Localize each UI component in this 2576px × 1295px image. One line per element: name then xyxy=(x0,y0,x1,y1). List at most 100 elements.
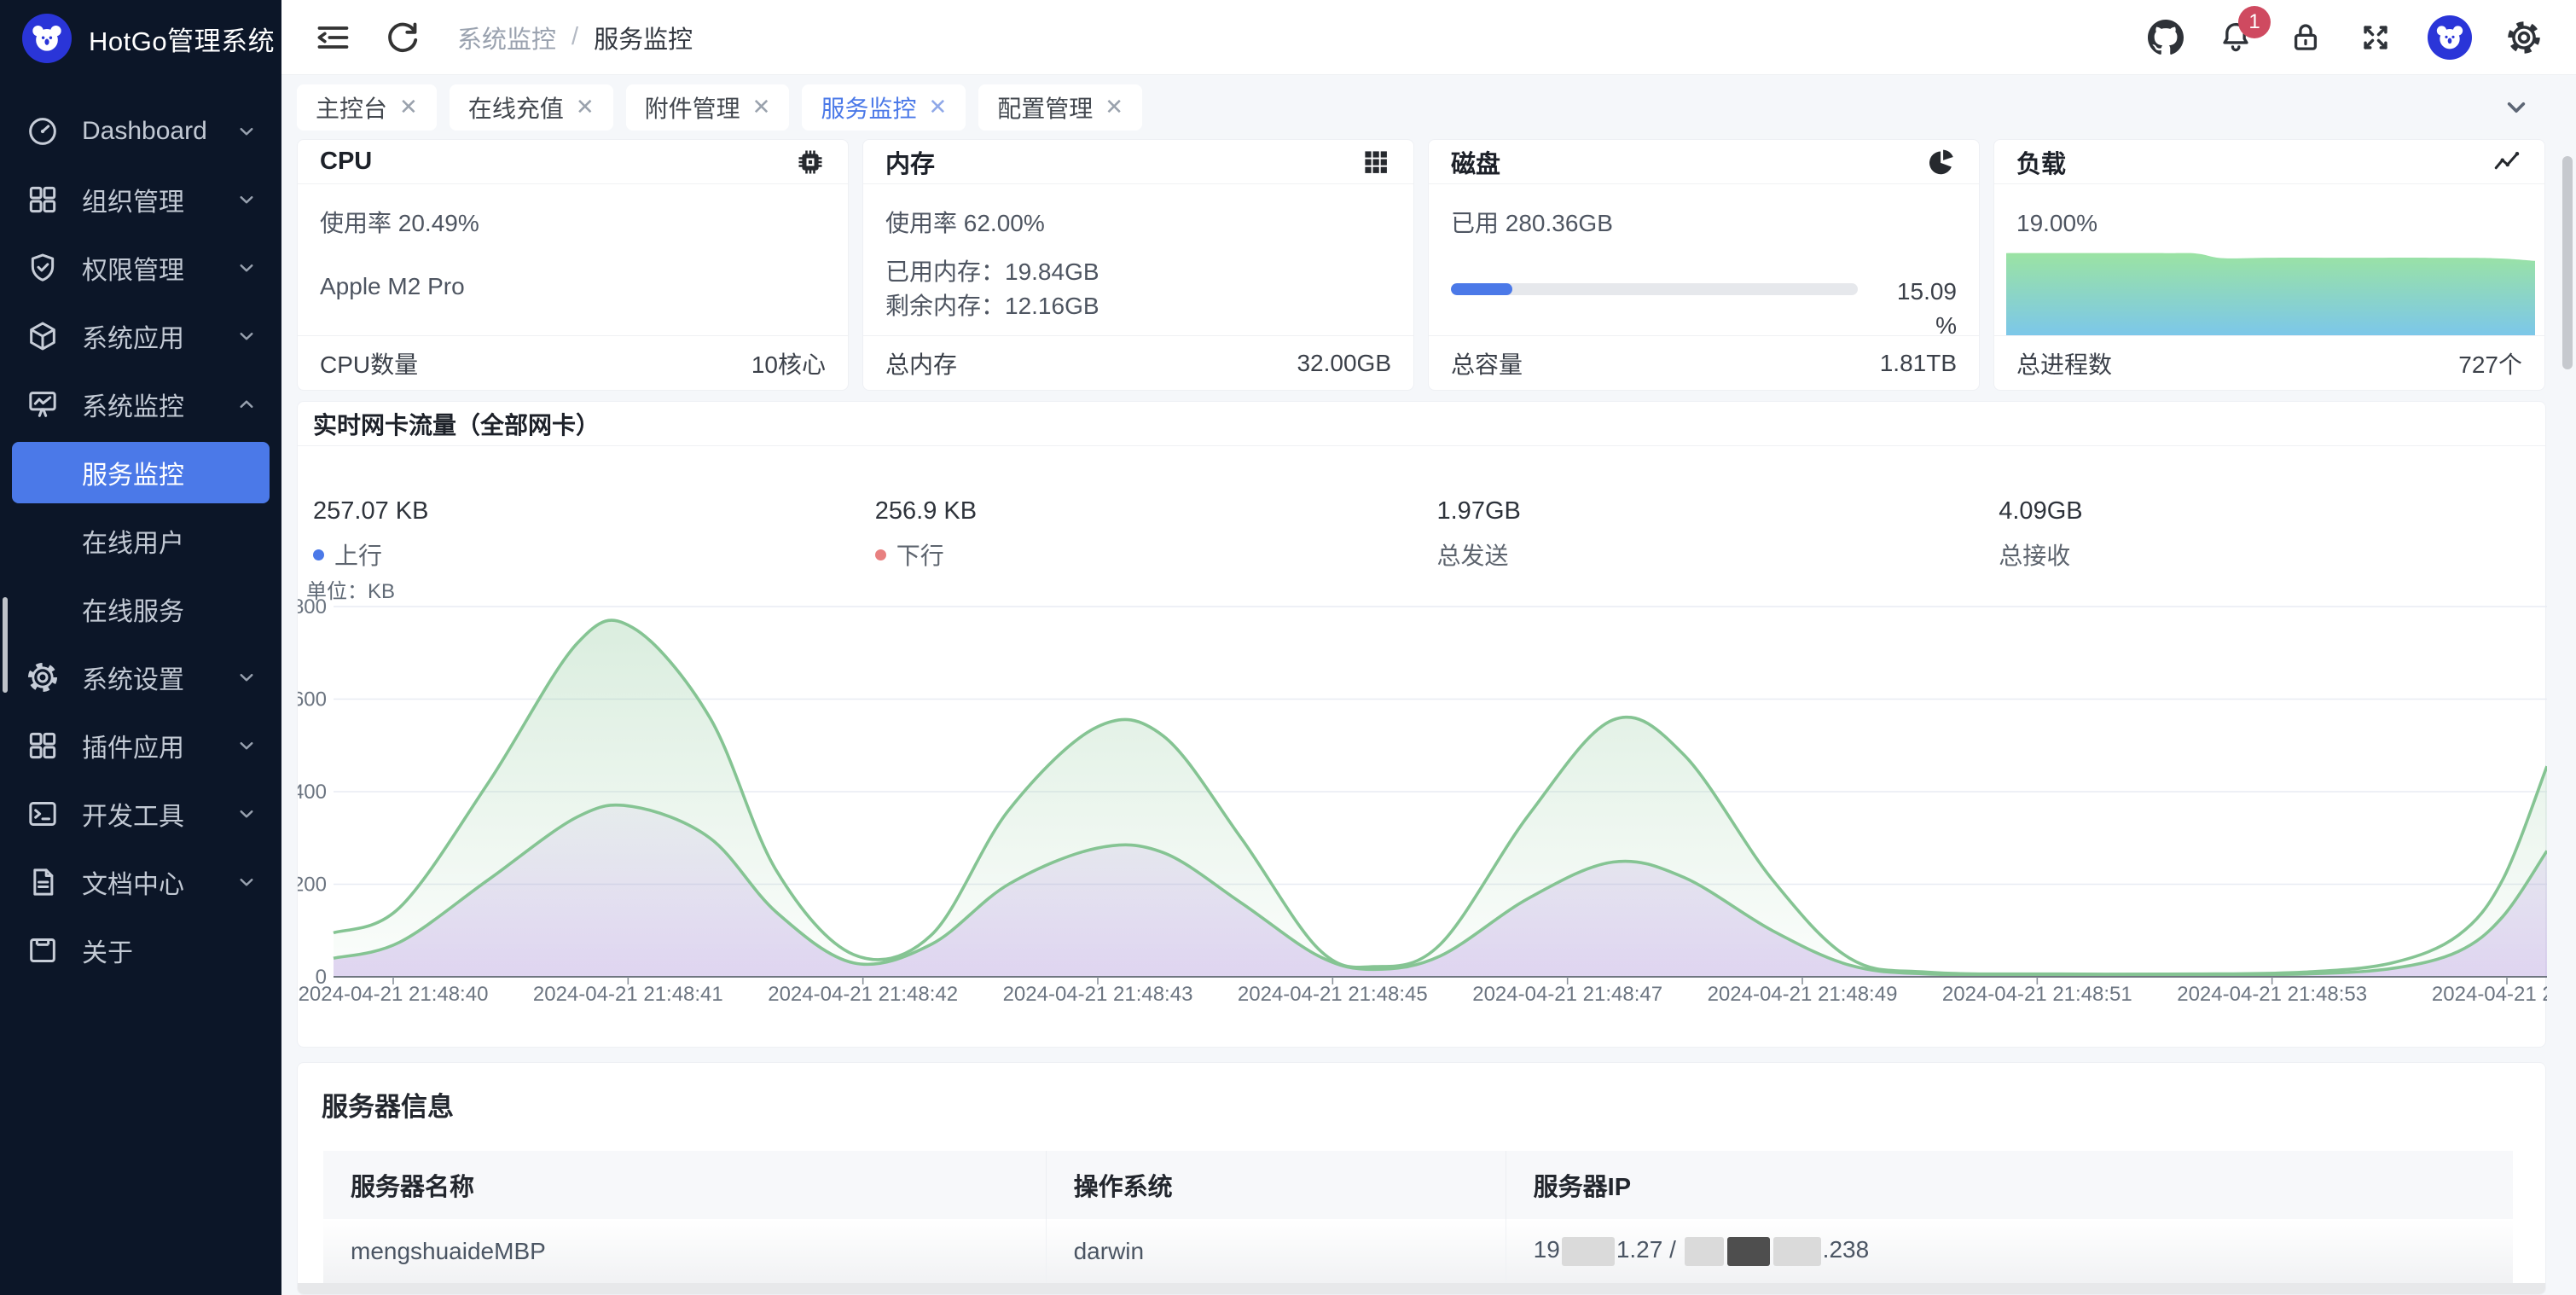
disk-progress-fill xyxy=(1451,283,1512,295)
tab-service-monitor[interactable]: 服务监控 ✕ xyxy=(802,84,966,131)
settings-gear-icon[interactable] xyxy=(2506,20,2542,55)
load-value-text: 19.00% xyxy=(2016,208,2522,239)
load-card-body: 19.00% xyxy=(1994,184,2544,239)
tabs-dropdown-chevron-icon[interactable] xyxy=(2499,90,2533,125)
server-os-cell: darwin xyxy=(1046,1219,1506,1283)
traffic-area-chart: 单位：KB02004006008002024-04-21 21:48:40202… xyxy=(298,579,2547,1016)
tab-console[interactable]: 主控台✕ xyxy=(297,84,437,131)
sidebar-item-about[interactable]: 关于 xyxy=(0,916,281,984)
fullscreen-icon[interactable] xyxy=(2358,20,2393,55)
tab-label: 服务监控 xyxy=(821,90,916,125)
memory-used-text: 已用内存：19.84GB xyxy=(885,257,1391,287)
tab-close-icon[interactable]: ✕ xyxy=(1105,94,1123,120)
app-logo-icon xyxy=(22,14,72,63)
breadcrumb-parent[interactable]: 系统监控 xyxy=(457,20,556,55)
tab-recharge[interactable]: 在线充值✕ xyxy=(450,84,613,131)
memory-card-body: 使用率 62.00% 已用内存：19.84GB 剩余内存：12.16GB xyxy=(863,184,1413,322)
traffic-stat-总发送: 1.97GB总发送 xyxy=(1422,497,1984,572)
sidebar-item-monitor[interactable]: 系统监控 xyxy=(0,370,281,438)
sidebar-subitem-online-users[interactable]: 在线用户 xyxy=(0,507,281,575)
load-card: 负载 19.00% 总进程数 727个 xyxy=(1993,139,2545,391)
cpu-usage-text: 使用率 20.49% xyxy=(320,208,826,239)
lock-screen-icon[interactable] xyxy=(2288,20,2324,55)
sidebar-item-label: 系统应用 xyxy=(82,317,234,355)
svg-text:600: 600 xyxy=(298,688,327,711)
sidebar-subitem-service-monitor[interactable]: 服务监控 xyxy=(12,442,270,503)
notifications-bell-icon[interactable]: 1 xyxy=(2218,20,2254,55)
breadcrumb-separator: / xyxy=(571,23,578,51)
server-ip-cell: 191.27 / .238 xyxy=(1506,1219,2513,1283)
traffic-stat-下行: 256.9 KB下行 xyxy=(860,497,1422,572)
sidebar-item-settings[interactable]: 系统设置 xyxy=(0,643,281,711)
memory-total-value: 32.00GB xyxy=(1297,350,1391,377)
sidebar-item-org[interactable]: 组织管理 xyxy=(0,166,281,234)
refresh-icon[interactable] xyxy=(384,19,421,56)
table-column-header: 服务器名称 xyxy=(323,1151,1046,1219)
memory-total-label: 总内存 xyxy=(885,346,957,380)
sidebar-item-label: 组织管理 xyxy=(82,181,234,218)
sidebar-item-docs[interactable]: 文档中心 xyxy=(0,848,281,916)
cpu-card-footer: CPU数量 10核心 xyxy=(298,335,848,390)
svg-text:2024-04-21 21:48:45: 2024-04-21 21:48:45 xyxy=(1238,983,1428,1006)
tab-config[interactable]: 配置管理 ✕ xyxy=(978,84,1142,131)
traffic-stat-value: 1.97GB xyxy=(1437,497,1984,526)
ip-redaction-block xyxy=(1562,1237,1615,1266)
table-row: mengshuaideMBPdarwin191.27 / .238 xyxy=(323,1219,2513,1283)
svg-text:2024-04-21 21:48:53: 2024-04-21 21:48:53 xyxy=(2177,983,2367,1006)
github-icon[interactable] xyxy=(2148,20,2184,55)
memory-card-title: 内存 xyxy=(885,144,935,180)
disk-card-header: 磁盘 xyxy=(1429,140,1979,184)
tab-close-icon[interactable]: ✕ xyxy=(752,94,771,120)
monitor-icon xyxy=(26,387,60,421)
traffic-card: 实时网卡流量（全部网卡） 257.07 KB上行256.9 KB下行1.97GB… xyxy=(297,401,2546,1048)
tab-close-icon[interactable]: ✕ xyxy=(928,94,947,120)
app-logo-row[interactable]: HotGo管理系统 xyxy=(0,0,281,77)
tab-close-icon[interactable]: ✕ xyxy=(399,94,418,120)
gauge-icon xyxy=(26,114,60,148)
memory-free-text: 剩余内存：12.16GB xyxy=(885,291,1391,322)
sidebar-item-plugins[interactable]: 插件应用 xyxy=(0,711,281,780)
cpu-card-body: 使用率 20.49% Apple M2 Pro xyxy=(298,184,848,302)
top-header: 系统监控 / 服务监控 1 xyxy=(281,0,2576,75)
traffic-stat-上行: 257.07 KB上行 xyxy=(298,497,860,572)
ip-fragment: 19 xyxy=(1534,1236,1560,1263)
traffic-stats-row: 257.07 KB上行256.9 KB下行1.97GB总发送4.09GB总接收 xyxy=(298,497,2545,572)
ip-fragment: .238 xyxy=(1823,1236,1870,1263)
apps-icon xyxy=(26,729,60,763)
traffic-stat-value: 4.09GB xyxy=(1999,497,2545,526)
cpu-count-label: CPU数量 xyxy=(320,346,418,380)
cpu-count-value: 10核心 xyxy=(751,346,826,380)
svg-text:2024-04-21 21:48:41: 2024-04-21 21:48:41 xyxy=(533,983,723,1006)
disk-total-value: 1.81TB xyxy=(1880,350,1957,377)
breadcrumb-current[interactable]: 服务监控 xyxy=(594,20,693,55)
sidebar-scrollbar-thumb[interactable] xyxy=(3,597,8,693)
page-scrollbar-thumb[interactable] xyxy=(2562,156,2573,369)
sidebar-item-label: 权限管理 xyxy=(82,249,234,287)
traffic-card-title: 实时网卡流量（全部网卡） xyxy=(313,407,600,441)
user-avatar[interactable] xyxy=(2428,15,2472,60)
sidebar-item-dashboard[interactable]: Dashboard xyxy=(0,97,281,166)
memory-card: 内存 使用率 62.00% 已用内存：19.84GB 剩余内存：12.16GB … xyxy=(862,139,1414,391)
disk-card-title: 磁盘 xyxy=(1451,144,1500,180)
tab-attachments[interactable]: 附件管理✕ xyxy=(626,84,790,131)
tab-close-icon[interactable]: ✕ xyxy=(576,94,595,120)
table-column-header: 操作系统 xyxy=(1046,1151,1506,1219)
sidebar-item-perm[interactable]: 权限管理 xyxy=(0,234,281,302)
server-table-header-row: 服务器名称操作系统服务器IP xyxy=(323,1151,2513,1219)
svg-text:800: 800 xyxy=(298,595,327,618)
chevron-down-icon xyxy=(234,255,259,281)
sidebar-item-sysapp[interactable]: 系统应用 xyxy=(0,302,281,370)
process-count-label: 总进程数 xyxy=(2016,346,2112,380)
sidebar-subitem-online-services[interactable]: 在线服务 xyxy=(0,575,281,643)
memory-grid-icon xyxy=(1361,147,1391,177)
disk-total-label: 总容量 xyxy=(1451,346,1523,380)
table-column-header: 服务器IP xyxy=(1506,1151,2513,1219)
traffic-stat-总接收: 4.09GB总接收 xyxy=(1983,497,2545,572)
load-sparkline-chart xyxy=(2006,244,2535,335)
sidebar-item-label: 开发工具 xyxy=(82,795,234,833)
document-icon xyxy=(26,865,60,899)
sidebar-item-devtools[interactable]: 开发工具 xyxy=(0,780,281,848)
cpu-chip-icon xyxy=(795,147,826,177)
collapse-sidebar-icon[interactable] xyxy=(314,19,351,56)
tab-label: 配置管理 xyxy=(997,90,1093,125)
